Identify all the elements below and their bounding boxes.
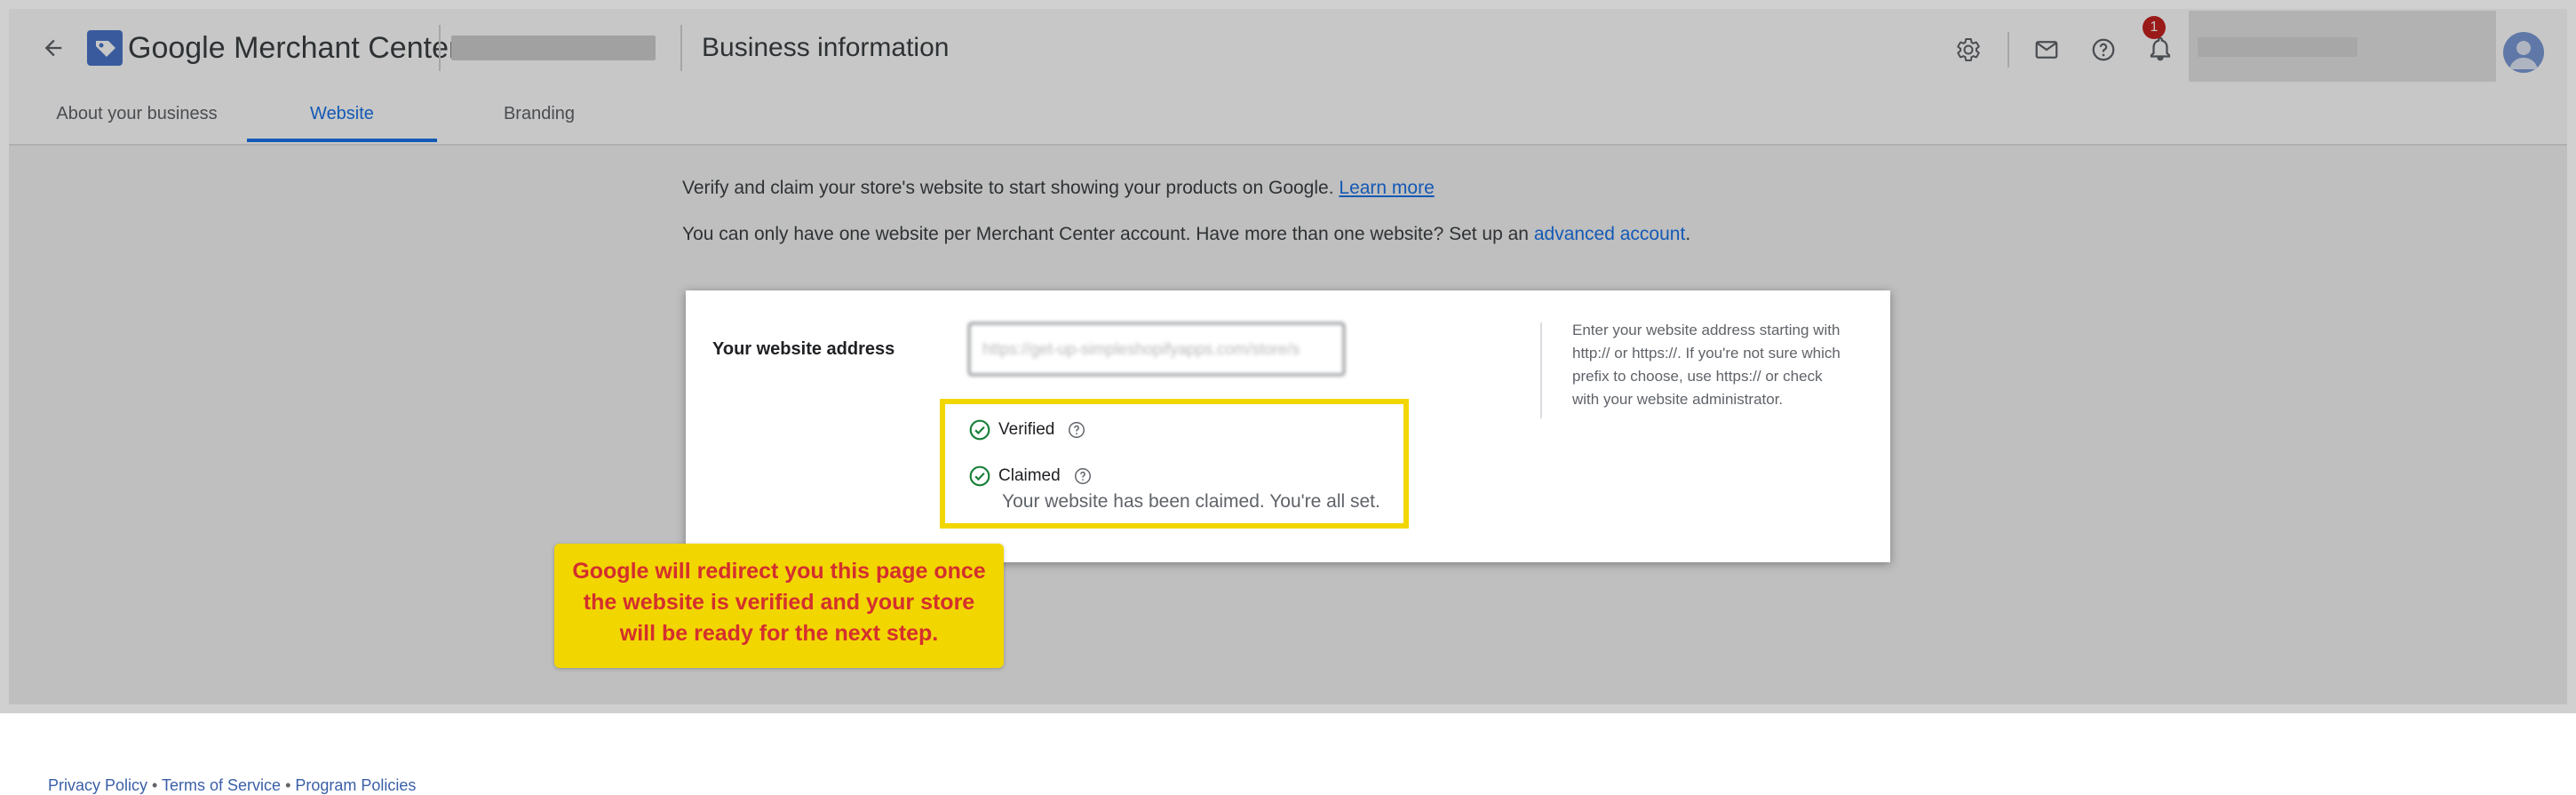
- check-circle-icon: [968, 418, 991, 441]
- footer-separator: •: [281, 776, 296, 794]
- intro-line-1: Verify and claim your store's website to…: [682, 178, 1435, 199]
- account-name-redacted: [451, 36, 656, 60]
- notification-count-badge: 1: [2143, 16, 2166, 39]
- help-circle-icon[interactable]: [1073, 466, 1093, 486]
- footer-separator: •: [147, 776, 163, 794]
- claimed-status-row: Claimed: [968, 463, 1093, 489]
- mail-icon[interactable]: [2029, 32, 2064, 68]
- website-address-help-text: Enter your website address starting with…: [1572, 322, 1841, 408]
- tab-branding[interactable]: Branding: [464, 85, 615, 142]
- privacy-policy-link[interactable]: Privacy Policy: [48, 776, 147, 794]
- verified-status-row: Verified: [968, 417, 1086, 443]
- settings-icon[interactable]: [1951, 32, 1986, 68]
- help-icon[interactable]: [2086, 32, 2121, 68]
- footer-links: Privacy Policy • Terms of Service • Prog…: [48, 776, 416, 795]
- intro-text-1: Verify and claim your store's website to…: [682, 178, 1334, 198]
- header-divider: [680, 25, 682, 71]
- check-circle-icon: [968, 465, 991, 488]
- website-address-input[interactable]: [968, 322, 1345, 376]
- website-address-label: Your website address: [712, 339, 895, 359]
- tab-bar: About your business Website Branding: [9, 85, 2567, 146]
- terms-of-service-link[interactable]: Terms of Service: [162, 776, 281, 794]
- help-circle-icon[interactable]: [1067, 420, 1086, 440]
- program-policies-link[interactable]: Program Policies: [295, 776, 416, 794]
- learn-more-link[interactable]: Learn more: [1339, 178, 1434, 198]
- claimed-label: Claimed: [998, 466, 1061, 485]
- brand-name: Google Merchant Center: [128, 31, 459, 65]
- intro-text-2-end: .: [1685, 224, 1691, 244]
- back-arrow-icon[interactable]: [34, 28, 73, 68]
- header-divider: [439, 25, 441, 71]
- page-title: Business information: [702, 33, 950, 62]
- account-email-redacted: [2198, 37, 2357, 57]
- advanced-account-link[interactable]: advanced account: [1534, 224, 1685, 244]
- intro-text-2: You can only have one website per Mercha…: [682, 224, 1529, 244]
- top-app-bar: Google Merchant Center Business informat…: [9, 9, 2567, 87]
- verification-status-box: Verified Claimed Your website has been c…: [940, 399, 1409, 529]
- verified-label: Verified: [998, 420, 1055, 439]
- callout-text: Google will redirect you this page once …: [572, 559, 986, 646]
- merchant-center-logo: [85, 28, 124, 68]
- annotation-callout: Google will redirect you this page once …: [554, 544, 1004, 668]
- intro-line-2: You can only have one website per Mercha…: [682, 224, 1690, 245]
- account-avatar[interactable]: [2503, 32, 2544, 73]
- claimed-note: Your website has been claimed. You're al…: [1002, 491, 1380, 512]
- help-divider: [1540, 322, 1542, 418]
- tab-website[interactable]: Website: [247, 85, 437, 142]
- tab-about-your-business[interactable]: About your business: [32, 85, 242, 142]
- header-divider: [2008, 32, 2009, 68]
